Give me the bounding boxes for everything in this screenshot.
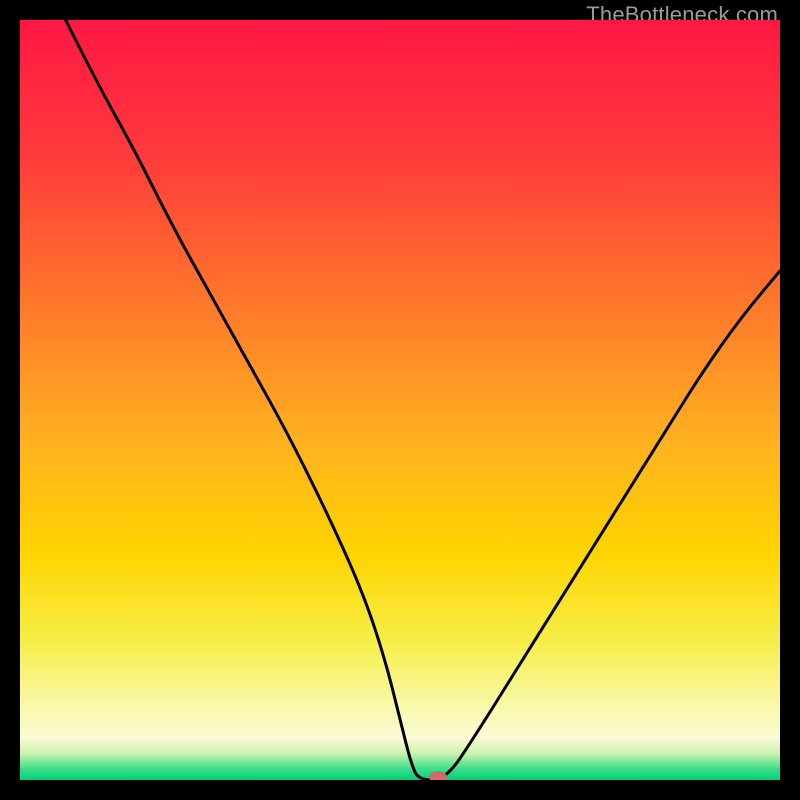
gradient-background (20, 20, 780, 780)
chart-frame (20, 20, 780, 780)
bottleneck-chart (20, 20, 780, 780)
